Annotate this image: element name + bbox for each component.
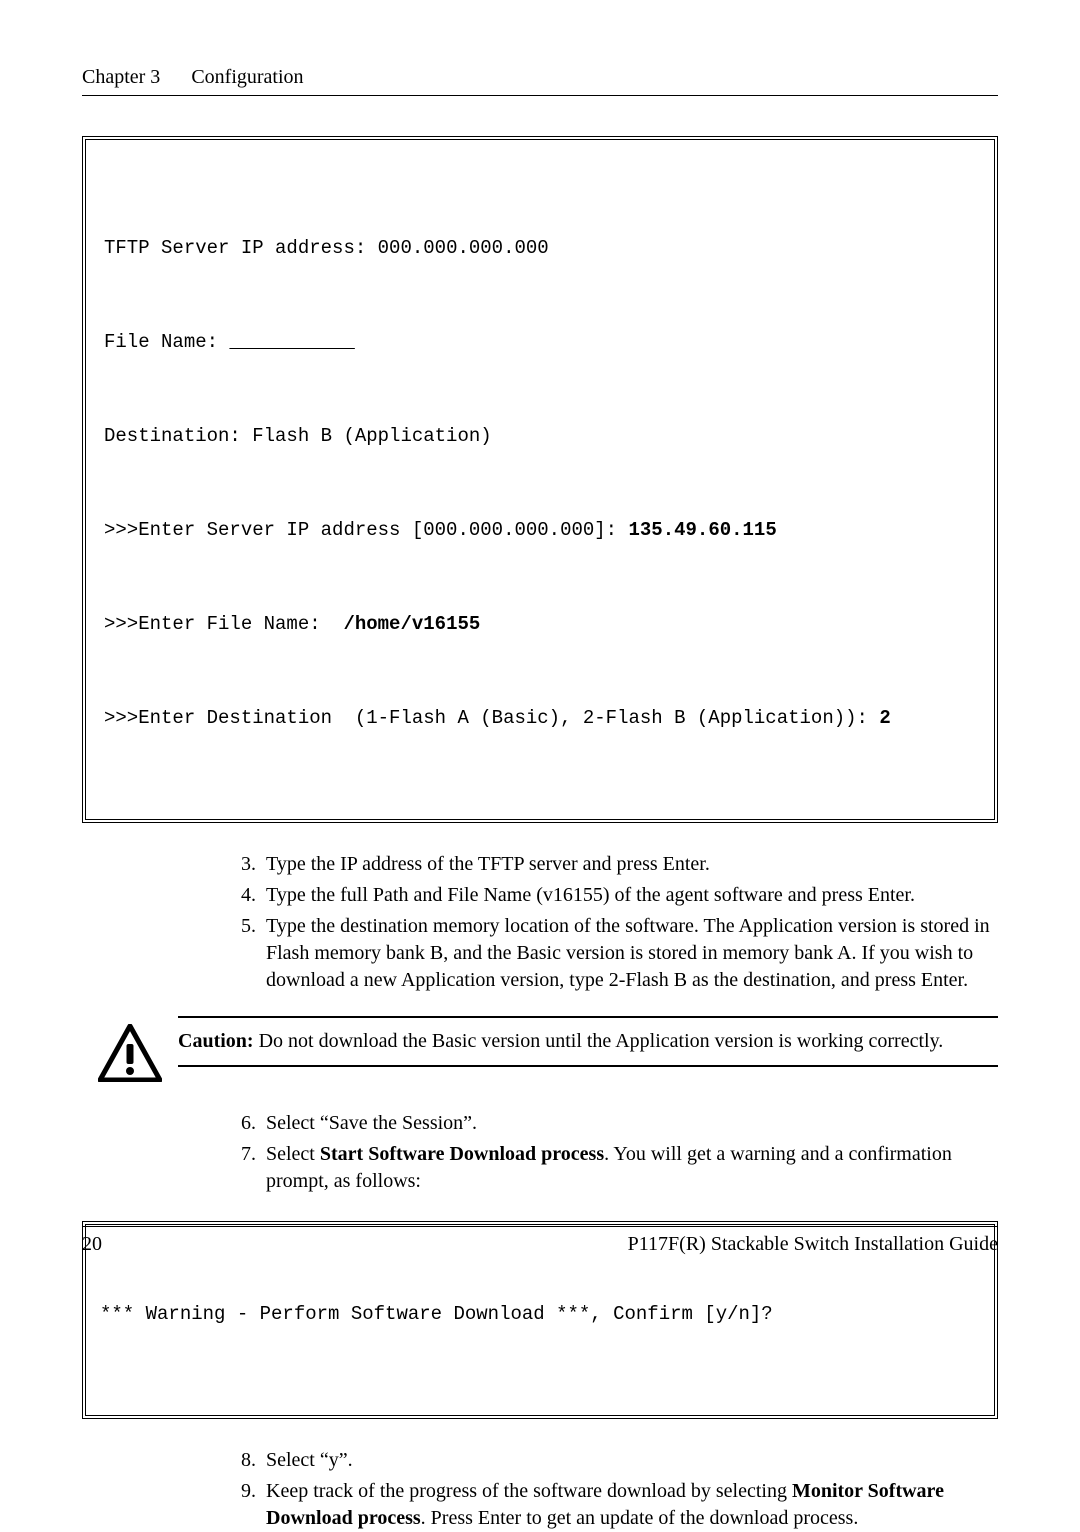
ordered-list-a: 3.Type the IP address of the TFTP server… <box>82 851 998 994</box>
terminal-line: File Name: <box>104 327 976 358</box>
running-header: Chapter 3 Configuration <box>82 66 998 96</box>
list-item-text: Type the full Path and File Name (v16155… <box>266 882 998 909</box>
terminal-line: *** Warning - Perform Software Download … <box>100 1300 980 1329</box>
list-item: 3.Type the IP address of the TFTP server… <box>222 851 998 878</box>
list-item-number: 4. <box>222 882 266 909</box>
list-item: 5.Type the destination memory location o… <box>222 913 998 994</box>
caution-icon <box>82 1016 178 1082</box>
terminal-output-1: TFTP Server IP address: 000.000.000.000 … <box>82 136 998 823</box>
list-item: 7.Select Start Software Download process… <box>222 1141 998 1195</box>
terminal-line: >>>Enter File Name: /home/v16155 <box>104 609 976 640</box>
ordered-list-b: 6.Select “Save the Session”.7.Select Sta… <box>82 1110 998 1195</box>
caution-block: Caution: Do not download the Basic versi… <box>82 1016 998 1082</box>
list-item: 9.Keep track of the progress of the soft… <box>222 1478 998 1532</box>
list-item-text: Type the IP address of the TFTP server a… <box>266 851 998 878</box>
caution-text: Caution: Do not download the Basic versi… <box>178 1016 998 1067</box>
terminal-line: Destination: Flash B (Application) <box>104 421 976 452</box>
list-item-text: Select Start Software Download process. … <box>266 1141 998 1195</box>
list-item: 6.Select “Save the Session”. <box>222 1110 998 1137</box>
caution-body: Do not download the Basic version until … <box>254 1030 944 1052</box>
page: Chapter 3 Configuration TFTP Server IP a… <box>0 0 1080 1306</box>
list-item: 8.Select “y”. <box>222 1447 998 1474</box>
terminal-line: TFTP Server IP address: 000.000.000.000 <box>104 233 976 264</box>
chapter-label: Chapter 3 <box>82 66 160 89</box>
ordered-list-c: 8.Select “y”.9.Keep track of the progres… <box>82 1447 998 1532</box>
footer-title: P117F(R) Stackable Switch Installation G… <box>628 1233 998 1256</box>
list-item-text: Keep track of the progress of the softwa… <box>266 1478 998 1532</box>
chapter-title: Configuration <box>191 66 303 88</box>
caution-label: Caution: <box>178 1030 254 1052</box>
list-item-text: Type the destination memory location of … <box>266 913 998 994</box>
list-item-text: Select “y”. <box>266 1447 998 1474</box>
list-item-number: 3. <box>222 851 266 878</box>
list-item-number: 5. <box>222 913 266 994</box>
list-item-number: 7. <box>222 1141 266 1195</box>
terminal-line: >>>Enter Server IP address [000.000.000.… <box>104 515 976 546</box>
page-number: 20 <box>82 1233 102 1256</box>
list-item: 4.Type the full Path and File Name (v161… <box>222 882 998 909</box>
list-item-number: 6. <box>222 1110 266 1137</box>
list-item-number: 8. <box>222 1447 266 1474</box>
page-footer: 20 P117F(R) Stackable Switch Installatio… <box>82 1226 998 1256</box>
list-item-number: 9. <box>222 1478 266 1532</box>
terminal-line: >>>Enter Destination (1-Flash A (Basic),… <box>104 703 976 734</box>
list-item-text: Select “Save the Session”. <box>266 1110 998 1137</box>
